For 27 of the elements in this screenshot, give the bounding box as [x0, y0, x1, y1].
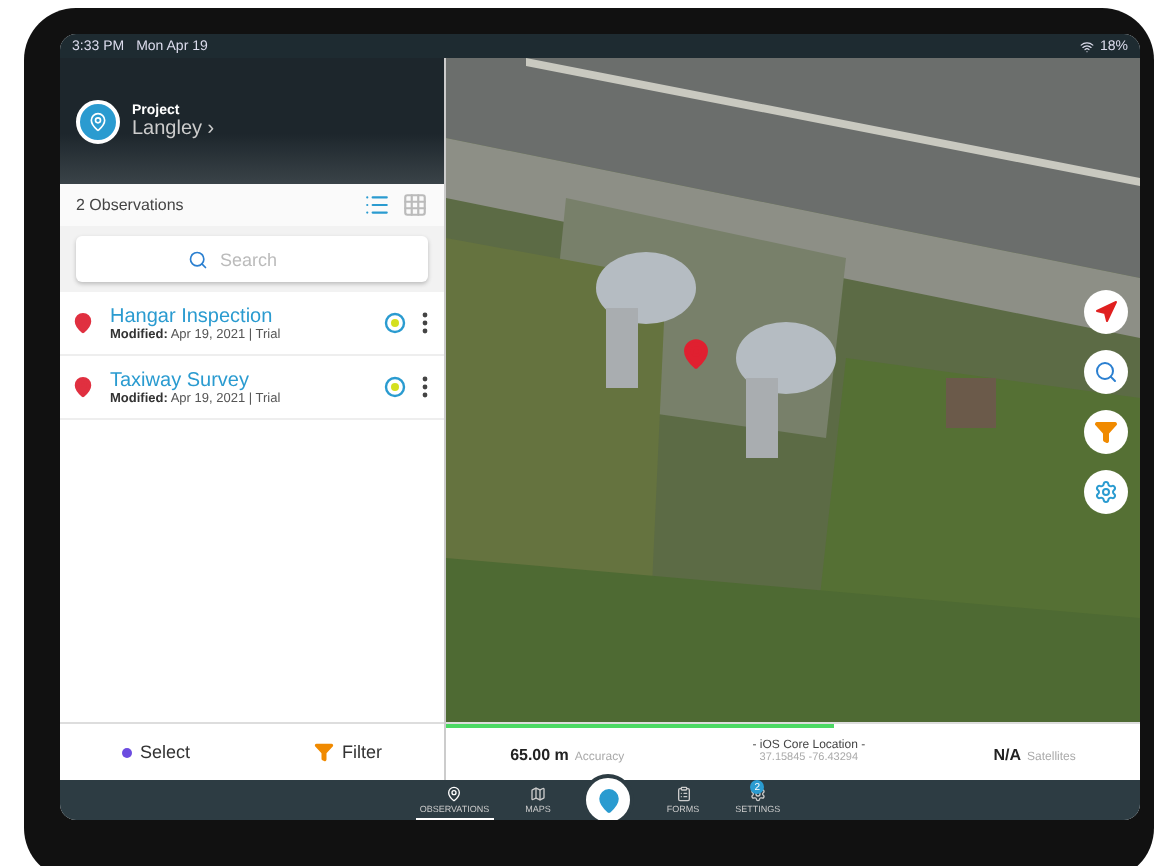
map-icon — [529, 786, 546, 802]
accuracy-value: 65.00 m — [510, 746, 569, 764]
pin-icon — [72, 376, 94, 398]
more-icon[interactable] — [422, 312, 428, 334]
list-view-button[interactable] — [364, 192, 390, 218]
wifi-icon — [1079, 39, 1094, 53]
project-logo-icon — [76, 99, 120, 143]
search-icon — [1094, 360, 1118, 384]
clipboard-icon — [675, 786, 691, 802]
more-icon[interactable] — [422, 376, 428, 398]
observation-title: Taxiway Survey — [110, 369, 251, 391]
satellites-value: N/A — [993, 746, 1022, 764]
pin-icon — [595, 787, 622, 813]
target-icon[interactable] — [384, 376, 406, 398]
search-icon — [188, 249, 208, 269]
project-name[interactable]: Langley › — [132, 117, 215, 139]
select-button[interactable]: Select — [109, 740, 202, 764]
observation-title: Hangar Inspection — [110, 305, 275, 327]
pin-icon — [446, 786, 463, 802]
funnel-icon — [1094, 420, 1118, 444]
funnel-icon — [313, 742, 334, 762]
target-icon[interactable] — [384, 312, 406, 334]
pin-icon — [72, 312, 94, 334]
settings-icon — [1094, 480, 1118, 504]
navigation-icon — [1094, 300, 1118, 324]
filter-button[interactable]: Filter — [301, 740, 394, 764]
observation-count: 2 Observations — [76, 196, 186, 214]
